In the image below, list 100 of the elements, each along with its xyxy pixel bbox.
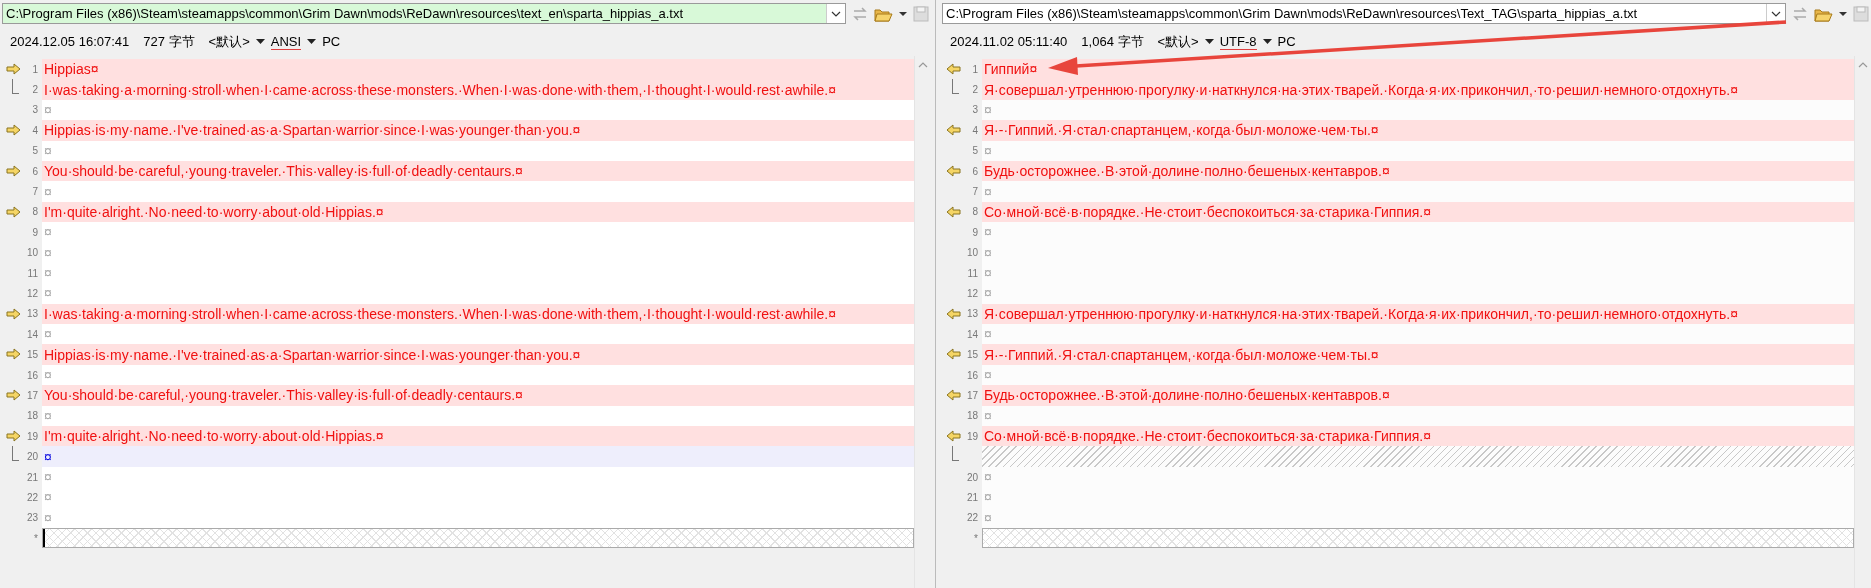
swap-icon[interactable] xyxy=(1792,5,1808,22)
swap-icon[interactable] xyxy=(852,5,868,22)
line-number: 11 xyxy=(27,267,38,279)
caret-icon[interactable] xyxy=(1262,39,1272,44)
line-number: 2 xyxy=(972,84,978,96)
line-number: 1 xyxy=(972,63,978,75)
line-text: ¤ xyxy=(984,489,992,506)
format-selector[interactable]: <默认> xyxy=(1157,32,1199,51)
line-number: 21 xyxy=(26,471,38,483)
line-number: 19 xyxy=(966,430,978,442)
caret-icon[interactable] xyxy=(899,11,907,16)
line-number: * xyxy=(974,532,978,544)
line-text: ¤ xyxy=(984,244,992,261)
line-number: 3 xyxy=(32,104,38,116)
line-number: 22 xyxy=(966,512,978,524)
encoding-selector[interactable]: ANSI xyxy=(270,33,302,50)
caret-icon[interactable] xyxy=(1204,39,1214,44)
diff-arrow-icon[interactable] xyxy=(6,389,21,402)
diff-arrow-icon[interactable] xyxy=(6,205,21,218)
line-text: ¤ xyxy=(44,285,52,302)
line-number: 1 xyxy=(32,63,38,75)
diff-arrow-icon[interactable] xyxy=(6,307,21,320)
line-number: 19 xyxy=(26,430,38,442)
scroll-up-icon[interactable] xyxy=(1858,62,1868,68)
line-number: 21 xyxy=(966,491,978,503)
line-text: ¤ xyxy=(984,101,992,118)
line-text: ¤ xyxy=(44,224,52,241)
line-number: 14 xyxy=(966,328,978,340)
line-text: ¤ xyxy=(984,224,992,241)
diff-arrow-icon[interactable] xyxy=(6,164,21,177)
save-icon[interactable] xyxy=(913,5,929,22)
line-text: ¤ xyxy=(984,265,992,282)
format-selector[interactable]: <默认> xyxy=(208,32,250,51)
line-text: ¤ xyxy=(44,509,52,526)
diff-arrow-icon[interactable] xyxy=(946,164,961,177)
line-number: 6 xyxy=(32,165,38,177)
line-text: ¤ xyxy=(984,142,992,159)
diff-arrow-icon[interactable] xyxy=(946,389,961,402)
line-text: ¤ xyxy=(44,183,52,200)
line-number: 10 xyxy=(26,247,38,259)
line-text: ¤ xyxy=(44,326,52,343)
dropdown-icon[interactable] xyxy=(831,10,841,17)
line-number: 17 xyxy=(26,389,38,401)
line-ending: PC xyxy=(322,34,341,49)
caret-icon[interactable] xyxy=(1839,11,1847,16)
diff-arrow-icon[interactable] xyxy=(946,307,961,320)
save-icon[interactable] xyxy=(1853,5,1869,22)
line-text: ¤ xyxy=(984,285,992,302)
timestamp: 2024.12.05 16:07:41 xyxy=(10,34,130,49)
diff-arrow-icon[interactable] xyxy=(946,63,961,75)
caret-icon[interactable] xyxy=(307,39,317,44)
line-text: ¤ xyxy=(44,448,52,465)
line-number: 11 xyxy=(967,267,978,279)
diff-arrow-icon[interactable] xyxy=(946,205,961,218)
line-number: 14 xyxy=(26,328,38,340)
diff-arrow-icon[interactable] xyxy=(6,63,21,75)
diff-arrow-icon[interactable] xyxy=(6,348,21,361)
line-text: ¤ xyxy=(984,326,992,343)
diff-arrow-icon[interactable] xyxy=(946,348,961,361)
line-number: 6 xyxy=(972,165,978,177)
line-text: ¤ xyxy=(984,407,992,424)
line-number: 12 xyxy=(26,288,38,299)
line-text: ¤ xyxy=(984,183,992,200)
path-field[interactable]: C:\Program Files (x86)\Steam\steamapps\common\Grim Dawn\mods\ReDawn\resources\text_en\sparta_hippias_a.txt xyxy=(2,3,846,24)
line-text: ¤ xyxy=(44,469,52,485)
diff-arrow-icon[interactable] xyxy=(946,430,961,443)
line-number: 15 xyxy=(26,349,38,361)
line-number: 22 xyxy=(26,491,38,503)
line-number: 8 xyxy=(972,206,978,218)
line-number: * xyxy=(34,532,38,544)
diff-arrow-icon[interactable] xyxy=(946,124,961,137)
diff-arrow-icon[interactable] xyxy=(6,430,21,443)
text-cursor xyxy=(43,529,45,548)
timestamp: 2024.11.02 05:11:40 xyxy=(950,34,1068,49)
line-number: 7 xyxy=(972,186,978,198)
scroll-up-icon[interactable] xyxy=(918,62,928,68)
line-number: 23 xyxy=(26,512,38,524)
line-number: 20 xyxy=(966,471,978,483)
scrollbar[interactable] xyxy=(1854,56,1871,588)
line-number: 5 xyxy=(32,145,38,157)
path-field[interactable]: C:\Program Files (x86)\Steam\steamapps\common\Grim Dawn\mods\ReDawn\resources\Text_TAG\sparta_hippias_a.txt xyxy=(942,3,1786,24)
line-number: 3 xyxy=(972,104,978,116)
line-text: ¤ xyxy=(44,142,52,159)
line-number: 7 xyxy=(32,186,38,198)
line-number: 18 xyxy=(966,410,978,422)
line-number: 9 xyxy=(32,226,38,238)
line-number: 17 xyxy=(966,389,978,401)
caret-icon[interactable] xyxy=(255,39,265,44)
line-text: ¤ xyxy=(44,101,52,118)
line-number: 16 xyxy=(966,369,978,381)
encoding-selector[interactable]: UTF-8 xyxy=(1219,33,1257,50)
line-text: ¤ xyxy=(44,244,52,261)
line-number: 20 xyxy=(26,451,38,463)
line-text: ¤ xyxy=(44,407,52,424)
line-number: 12 xyxy=(966,288,978,299)
diff-arrow-icon[interactable] xyxy=(6,124,21,137)
line-text: ¤ xyxy=(984,469,992,485)
line-number: 18 xyxy=(26,410,38,422)
dropdown-icon[interactable] xyxy=(1771,10,1781,17)
line-number: 8 xyxy=(32,206,38,218)
